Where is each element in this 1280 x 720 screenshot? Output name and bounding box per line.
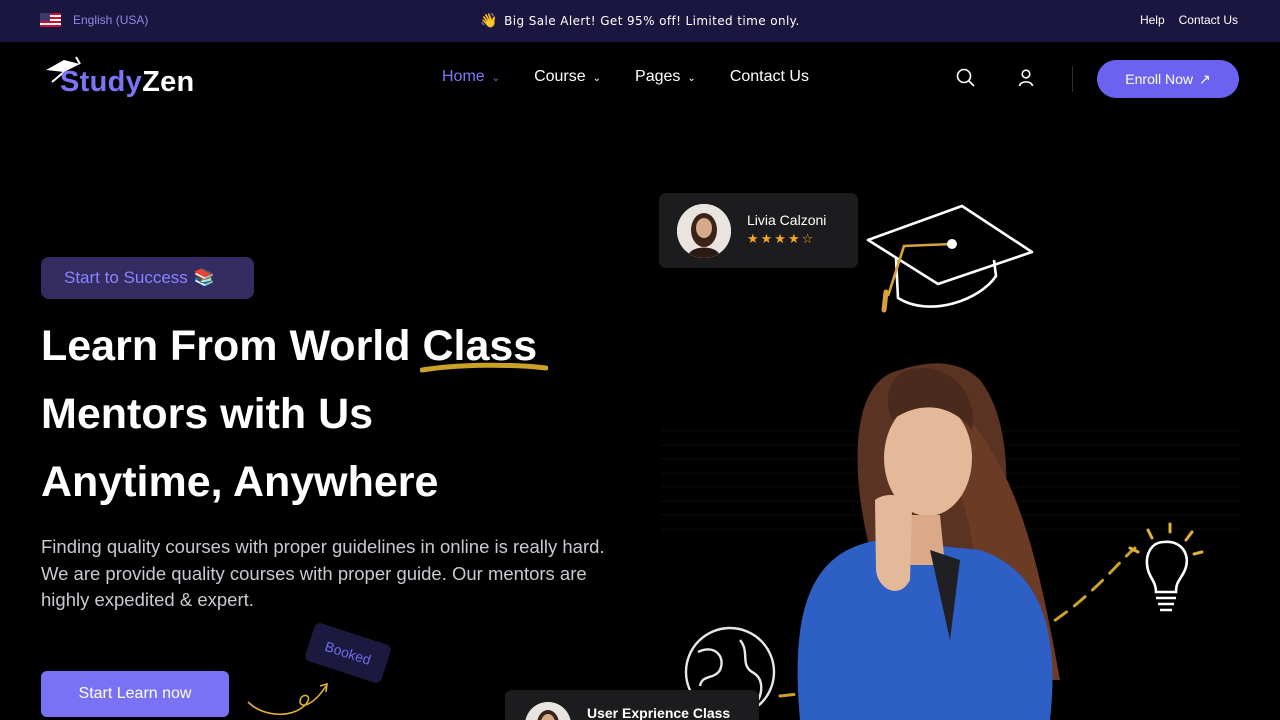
- reviewer-avatar: [677, 204, 731, 258]
- nav-pages-label: Pages: [635, 68, 681, 85]
- top-contact-link[interactable]: Contact Us: [1179, 13, 1238, 27]
- search-icon[interactable]: [955, 67, 977, 89]
- promo-message: Big Sale Alert! Get 95% off! Limited tim…: [504, 14, 800, 28]
- nav-course-label: Course: [534, 68, 586, 85]
- headline-line-2: Mentors with Us: [41, 390, 374, 438]
- announcement-bar: English (USA) 👋 Big Sale Alert! Get 95% o…: [0, 0, 1280, 42]
- reviewer-name: Livia Calzoni: [747, 212, 827, 228]
- chevron-down-icon: ⌄: [592, 72, 602, 84]
- studyzen-logo[interactable]: StudyZen: [42, 56, 195, 99]
- enroll-now-button[interactable]: Enroll Now ↗: [1097, 60, 1239, 98]
- nav-home-label: Home: [442, 68, 485, 85]
- review-card: Livia Calzoni ★★★★☆: [659, 193, 858, 268]
- headline-part-1: Learn From World: [41, 322, 423, 370]
- hero-headline: Learn From World Class Mentors with Us A…: [41, 312, 661, 516]
- top-links: Help Contact Us: [1140, 13, 1238, 27]
- chevron-down-icon: ⌄: [491, 72, 501, 84]
- hero-description: Finding quality courses with proper guid…: [41, 536, 605, 610]
- student-woman-image: [797, 363, 1060, 720]
- enroll-label: Enroll Now: [1125, 71, 1193, 87]
- booked-badge: Booked: [303, 621, 393, 685]
- hero-tag: Start to Success 📚: [41, 257, 254, 299]
- nav-contact[interactable]: Contact Us: [730, 68, 809, 86]
- header-actions: [955, 67, 1037, 89]
- class-card-title: User Exprience Class: [587, 705, 731, 720]
- books-icon: 📚: [193, 268, 215, 287]
- nav-pages[interactable]: Pages ⌄: [635, 68, 696, 86]
- headline-highlight-word: Class: [422, 322, 538, 370]
- lightbulb-icon: [1128, 522, 1204, 612]
- promo-text: 👋 Big Sale Alert! Get 95% off! Limited ti…: [0, 13, 1280, 29]
- instructor-avatar: [525, 702, 571, 720]
- graduation-cap-icon: [866, 204, 1034, 313]
- logo-text: StudyZen: [42, 66, 195, 99]
- class-card[interactable]: User Exprience Class: [505, 690, 759, 720]
- user-icon[interactable]: [1015, 67, 1037, 89]
- nav-home[interactable]: Home ⌄: [442, 68, 500, 86]
- hero-tag-label: Start to Success: [64, 268, 188, 287]
- header-divider: [1072, 66, 1073, 92]
- logo-study: Study: [60, 66, 143, 98]
- headline-highlight: Class: [420, 312, 549, 380]
- main-nav: Home ⌄ Course ⌄ Pages ⌄ Contact Us: [442, 68, 809, 86]
- headline-line-3: Anytime, Anywhere: [41, 458, 439, 506]
- nav-course[interactable]: Course ⌄: [534, 68, 601, 86]
- start-learn-button[interactable]: Start Learn now: [41, 671, 229, 717]
- help-link[interactable]: Help: [1140, 13, 1165, 27]
- arrow-icon: ↗: [1198, 70, 1211, 87]
- chevron-down-icon: ⌄: [687, 72, 696, 84]
- curly-arrow-icon: [247, 682, 328, 715]
- logo-zen: Zen: [142, 66, 195, 98]
- rating-stars-icon: ★★★★☆: [747, 232, 816, 247]
- waving-hand-icon: 👋: [480, 13, 499, 29]
- nav-contact-label: Contact Us: [729, 68, 809, 85]
